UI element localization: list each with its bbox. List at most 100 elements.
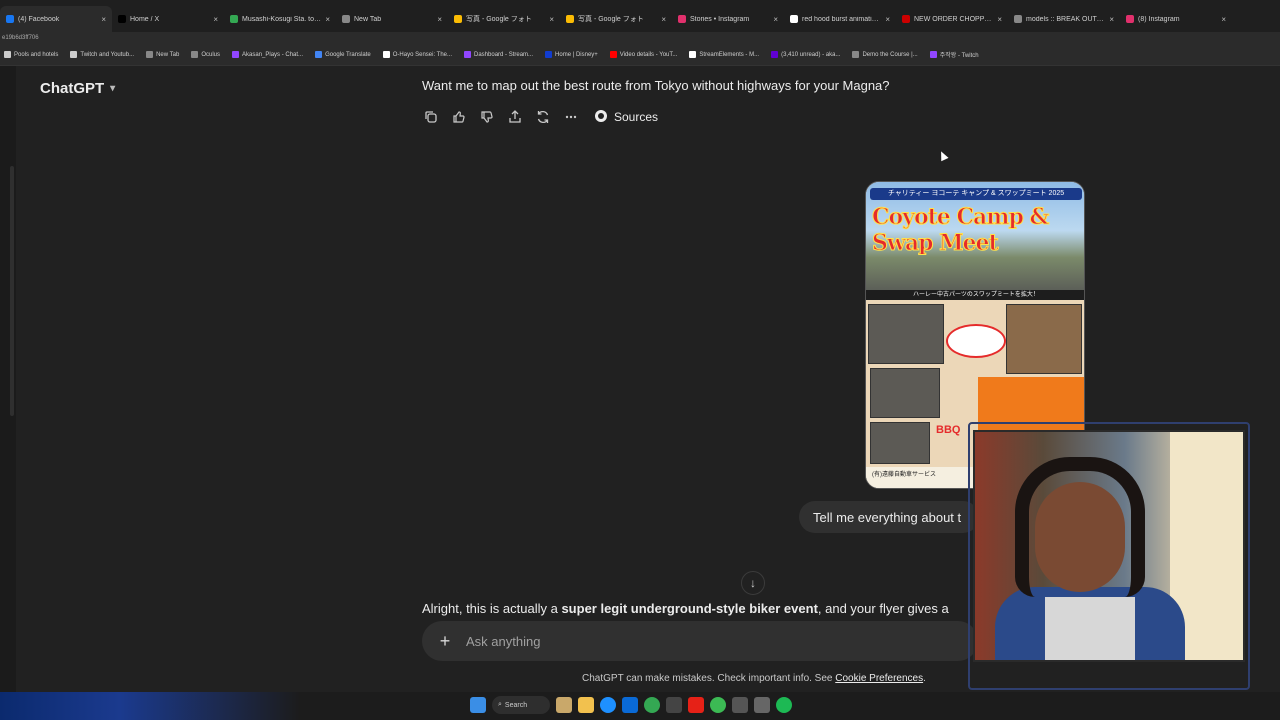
taskbar-search[interactable]: ⌕ Search <box>492 696 550 714</box>
bookmark-item[interactable]: Dashboard - Stream... <box>464 51 533 58</box>
tab-favicon-icon <box>1014 15 1022 23</box>
prompt-input[interactable] <box>466 633 866 649</box>
close-tab-icon[interactable]: × <box>437 15 442 24</box>
message-composer: + <box>422 621 978 661</box>
bookmark-item[interactable]: Pools and hotels <box>4 51 58 58</box>
spotify-icon[interactable] <box>776 697 792 713</box>
close-tab-icon[interactable]: × <box>213 15 218 24</box>
bookmark-label: New Tab <box>156 51 180 58</box>
more-icon[interactable] <box>562 108 580 126</box>
bookmark-label: Dashboard - Stream... <box>474 51 534 58</box>
chevron-down-icon: ▾ <box>110 83 116 94</box>
bookmark-item[interactable]: Video details - YouT... <box>609 51 677 58</box>
browser-tab[interactable]: Musashi-Kosugi Sta. to 1-chō × <box>224 6 336 32</box>
tab-title: (4) Facebook <box>18 15 60 23</box>
close-tab-icon[interactable]: × <box>101 15 106 24</box>
left-scrollbar[interactable] <box>10 166 14 416</box>
bookmark-item[interactable]: Twitch and Youtub... <box>70 51 134 58</box>
bookmark-item[interactable]: Google Translate <box>315 51 371 58</box>
webcam-overlay <box>973 430 1245 662</box>
tab-title: 写真 - Google フォト <box>466 16 532 23</box>
bookmark-label: Google Translate <box>325 51 371 58</box>
thumbs-up-icon[interactable] <box>450 108 468 126</box>
browser-tab[interactable]: red hood burst animation - G × <box>784 6 896 32</box>
close-tab-icon[interactable]: × <box>549 15 554 24</box>
tab-favicon-icon <box>230 15 238 23</box>
close-tab-icon[interactable]: × <box>1221 15 1226 24</box>
share-icon[interactable] <box>506 108 524 126</box>
tab-title: Musashi-Kosugi Sta. to 1-chō <box>242 15 321 23</box>
close-tab-icon[interactable]: × <box>773 15 778 24</box>
tab-favicon-icon <box>678 15 686 23</box>
bookmark-label: StreamElements - M... <box>699 51 760 58</box>
tab-title: Stories • Instagram <box>690 15 750 23</box>
url-bar[interactable]: e19b6d3ff706 <box>0 32 1280 44</box>
widget-icon[interactable] <box>556 697 572 713</box>
search-icon: ⌕ <box>498 701 502 708</box>
bookmark-label: Demo the Course |... <box>862 51 918 58</box>
browser-tab[interactable]: 写真 - Google フォト × <box>560 6 672 32</box>
bookmark-label: 주작왕 - Twitch <box>939 53 979 59</box>
vscode-icon[interactable] <box>622 697 638 713</box>
bookmark-item[interactable]: StreamElements - M... <box>689 51 759 58</box>
xbox-icon[interactable] <box>710 697 726 713</box>
disclaimer-text: ChatGPT can make mistakes. Check importa… <box>582 673 836 684</box>
bookmark-favicon-icon <box>609 51 617 58</box>
bookmark-item[interactable]: (3,410 unread) - aka... <box>771 51 840 58</box>
settings-icon[interactable] <box>754 697 770 713</box>
calendar-icon[interactable] <box>666 697 682 713</box>
thumbs-down-icon[interactable] <box>478 108 496 126</box>
bookmark-favicon-icon <box>191 51 199 58</box>
capcut-icon[interactable] <box>732 697 748 713</box>
regenerate-icon[interactable] <box>534 108 552 126</box>
bookmark-item[interactable]: Oculus <box>191 51 220 58</box>
os-taskbar: ⌕ Search <box>0 692 1280 720</box>
tab-title: models :: BREAK OUT :: [for J <box>1026 15 1105 23</box>
close-tab-icon[interactable]: × <box>997 15 1002 24</box>
bookmark-item[interactable]: O-Hayo Sensei: The... <box>382 51 453 58</box>
bookmark-item[interactable]: 주작왕 - Twitch <box>929 50 979 59</box>
browser-tab[interactable]: Stories • Instagram × <box>672 6 784 32</box>
browser-tab[interactable]: NEW ORDER CHOPPER SHOW× <box>896 6 1008 32</box>
file-explorer-icon[interactable] <box>578 697 594 713</box>
app-title: ChatGPT <box>40 80 105 97</box>
copy-icon[interactable] <box>422 108 440 126</box>
bookmark-item[interactable]: Home | Disney+ <box>545 51 598 58</box>
browser-tab-bar: (4) Facebook × Home / X × Musashi-Kosugi Sta… <box>0 0 1280 32</box>
bookmark-label: Twitch and Youtub... <box>80 51 135 58</box>
chrome-icon[interactable] <box>644 697 660 713</box>
close-tab-icon[interactable]: × <box>1109 15 1114 24</box>
bookmarks-bar: Pools and hotels Twitch and Youtub... New … <box>0 44 1280 66</box>
bookmark-favicon-icon <box>464 51 472 58</box>
cookie-preferences-link[interactable]: Cookie Preferences <box>835 673 923 684</box>
edge-browser-icon[interactable] <box>600 697 616 713</box>
browser-tab[interactable]: Home / X × <box>112 6 224 32</box>
bookmark-favicon-icon <box>382 51 390 58</box>
browser-tab[interactable]: New Tab × <box>336 6 448 32</box>
browser-tab[interactable]: (8) Instagram × <box>1120 6 1232 32</box>
scroll-down-button[interactable]: ↓ <box>741 571 765 595</box>
browser-tab[interactable]: models :: BREAK OUT :: [for J × <box>1008 6 1120 32</box>
browser-tab[interactable]: 写真 - Google フォト × <box>448 6 560 32</box>
plus-icon[interactable]: + <box>436 631 454 652</box>
sources-icon <box>594 109 608 126</box>
bookmark-item[interactable]: New Tab <box>146 51 179 58</box>
close-tab-icon[interactable]: × <box>325 15 330 24</box>
tab-title: New Tab <box>354 15 382 23</box>
bookmark-item[interactable]: Demo the Course |... <box>852 51 918 58</box>
close-tab-icon[interactable]: × <box>885 15 890 24</box>
flyer-photo <box>1006 304 1082 374</box>
sources-button[interactable]: Sources <box>594 109 658 126</box>
tab-favicon-icon <box>1126 15 1134 23</box>
model-selector[interactable]: ChatGPT ▾ <box>40 80 115 97</box>
bookmark-label: O-Hayo Sensei: The... <box>392 51 453 58</box>
bookmark-item[interactable]: Akasan_Plays - Chat... <box>232 51 303 58</box>
tab-title: red hood burst animation - G <box>802 15 881 23</box>
browser-tab[interactable]: (4) Facebook × <box>0 6 112 32</box>
windows-start-icon[interactable] <box>470 697 486 713</box>
bookmark-favicon-icon <box>232 51 240 58</box>
close-tab-icon[interactable]: × <box>661 15 666 24</box>
bookmark-favicon-icon <box>771 51 779 58</box>
youtube-icon[interactable] <box>688 697 704 713</box>
tab-favicon-icon <box>790 15 798 23</box>
